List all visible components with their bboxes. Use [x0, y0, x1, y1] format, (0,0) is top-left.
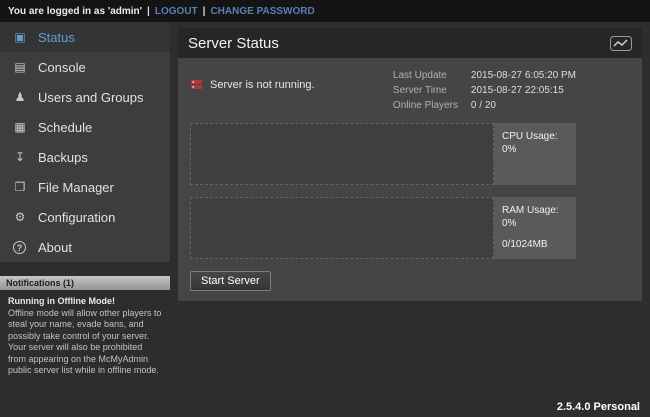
sidebar-item-users-and-groups[interactable]: ♟ Users and Groups: [0, 82, 170, 112]
page-title: Server Status: [188, 35, 279, 52]
ram-usage-chart: [190, 197, 494, 259]
change-password-link[interactable]: CHANGE PASSWORD: [210, 6, 314, 17]
sidebar-item-about[interactable]: ? About: [0, 232, 170, 262]
server-status-message: Server is not running.: [190, 78, 315, 91]
ram-usage-label: RAM Usage:: [502, 204, 568, 217]
logout-link[interactable]: LOGOUT: [155, 6, 198, 17]
sidebar-item-console[interactable]: ▤ Console: [0, 52, 170, 82]
info-row-server-time: Server Time 2015-08-27 22:05:15: [393, 83, 576, 98]
mcmyadmin-app: You are logged in as 'admin' | LOGOUT | …: [0, 0, 650, 417]
performance-graph-icon[interactable]: [610, 36, 632, 51]
about-icon: ?: [13, 241, 26, 254]
sidebar-item-label: Schedule: [38, 120, 92, 135]
info-label: Online Players: [393, 98, 471, 113]
cpu-usage-chart: [190, 123, 494, 185]
sidebar-item-label: About: [38, 240, 72, 255]
cpu-chart-row: CPU Usage: 0%: [190, 123, 576, 185]
info-row-online-players: Online Players 0 / 20: [393, 98, 576, 113]
main-area: Server Status: [170, 22, 650, 417]
info-value: 2015-08-27 6:05:20 PM: [471, 68, 576, 83]
ram-usage-box: RAM Usage: 0% 0/1024MB: [494, 197, 576, 259]
sidebar-item-backups[interactable]: ↧ Backups: [0, 142, 170, 172]
configuration-icon: ⚙: [12, 210, 28, 224]
status-row: Server is not running. Last Update 2015-…: [190, 68, 576, 113]
backups-icon: ↧: [12, 150, 28, 164]
sidebar-item-label: File Manager: [38, 180, 114, 195]
ram-usage-value: 0%: [502, 217, 568, 230]
separator: |: [147, 6, 150, 17]
notification-text: Offline mode will allow other players to…: [8, 308, 162, 377]
sidebar-item-label: Status: [38, 30, 75, 45]
info-label: Last Update: [393, 68, 471, 83]
separator: |: [203, 6, 206, 17]
ram-usage-detail: 0/1024MB: [502, 238, 568, 251]
notification-body: Running in Offline Mode! Offline mode wi…: [0, 290, 170, 377]
sidebar: ▣ Status ▤ Console ♟ Users and Groups ▦ …: [0, 22, 170, 417]
login-status-text: You are logged in as 'admin': [8, 6, 142, 17]
sidebar-item-label: Users and Groups: [38, 90, 144, 105]
cpu-usage-value: 0%: [502, 143, 568, 156]
info-value: 0 / 20: [471, 98, 496, 113]
cpu-usage-box: CPU Usage: 0%: [494, 123, 576, 185]
console-icon: ▤: [12, 60, 28, 74]
server-status-panel: Server Status: [178, 28, 642, 301]
cpu-usage-label: CPU Usage:: [502, 130, 568, 143]
start-server-button[interactable]: Start Server: [190, 271, 271, 291]
sidebar-item-schedule[interactable]: ▦ Schedule: [0, 112, 170, 142]
topbar: You are logged in as 'admin' | LOGOUT | …: [0, 0, 650, 22]
panel-body: Server is not running. Last Update 2015-…: [178, 58, 642, 301]
sidebar-item-status[interactable]: ▣ Status: [0, 22, 170, 52]
sidebar-item-label: Configuration: [38, 210, 115, 225]
layout: ▣ Status ▤ Console ♟ Users and Groups ▦ …: [0, 22, 650, 417]
sidebar-item-file-manager[interactable]: ❐ File Manager: [0, 172, 170, 202]
ram-chart-row: RAM Usage: 0% 0/1024MB: [190, 197, 576, 259]
server-status-text: Server is not running.: [210, 79, 315, 91]
sidebar-item-configuration[interactable]: ⚙ Configuration: [0, 202, 170, 232]
sidebar-item-label: Backups: [38, 150, 88, 165]
server-info-table: Last Update 2015-08-27 6:05:20 PM Server…: [393, 68, 576, 113]
panel-header: Server Status: [178, 28, 642, 58]
file-manager-icon: ❐: [12, 180, 28, 194]
info-value: 2015-08-27 22:05:15: [471, 83, 564, 98]
schedule-icon: ▦: [12, 120, 28, 134]
notification-title: Running in Offline Mode!: [8, 296, 162, 308]
info-label: Server Time: [393, 83, 471, 98]
version-label: 2.5.4.0 Personal: [557, 401, 640, 413]
info-row-last-update: Last Update 2015-08-27 6:05:20 PM: [393, 68, 576, 83]
sidebar-nav: ▣ Status ▤ Console ♟ Users and Groups ▦ …: [0, 22, 170, 262]
status-icon: ▣: [12, 30, 28, 44]
users-icon: ♟: [12, 90, 28, 104]
server-stopped-icon: [190, 78, 203, 91]
sidebar-item-label: Console: [38, 60, 86, 75]
notifications-header[interactable]: Notifications (1): [0, 276, 170, 290]
